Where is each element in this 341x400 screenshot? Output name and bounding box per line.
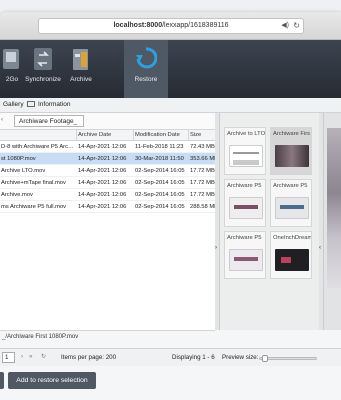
speaker-icon[interactable]: ◀) (281, 19, 289, 33)
gallery-pane: Archive to LTO Archiware Firs Archiware … (219, 113, 319, 330)
selected-path-bar: _/Archiware First 1080P.mov (0, 330, 215, 344)
back-arrow-icon[interactable]: ‹ (1, 116, 3, 123)
cell-modification-date: 02-Sep-2014 16:05 (135, 204, 185, 210)
header-modification-date[interactable]: Modification Date (135, 132, 187, 138)
preview-pane (323, 113, 341, 330)
url-path: /lexxapp/1618389116 (162, 22, 229, 29)
cell-modification-date: 30-Mar-2018 11:50 (135, 156, 184, 162)
thumb-label: Archiware P5 (227, 235, 262, 241)
tab-gallery[interactable]: Gallery (3, 101, 24, 108)
gallery-thumb[interactable]: Archive to LTO (224, 127, 266, 175)
add-to-restore-selection-button[interactable]: Add to restore selection (8, 372, 96, 389)
table-row[interactable]: Archive+mTape final.mov 14-Apr-2021 12:0… (0, 177, 215, 189)
collapse-right-icon[interactable]: ‹ (319, 245, 321, 251)
cell-archive-date: 14-Apr-2021 12:06 (78, 204, 127, 210)
cell-archive-date: 14-Apr-2021 12:06 (78, 144, 127, 150)
cell-archive-date: 14-Apr-2021 12:06 (78, 192, 127, 198)
header-archive-date[interactable]: Archive Date (78, 132, 133, 138)
tab-information-label: Information (38, 101, 71, 108)
cell-size: 17.72 MB (190, 192, 215, 198)
toolbar-label: Synchronize (25, 76, 61, 83)
gallery-thumb-selected[interactable]: Archiware Firs (270, 127, 312, 175)
synchronize-icon (34, 48, 52, 70)
url-host: localhost:8000 (113, 22, 163, 29)
cell-modification-date: 02-Sep-2014 16:05 (135, 180, 185, 186)
thumb-image (275, 197, 309, 219)
cell-name: Archive.mov (1, 192, 33, 198)
cell-size: 17.72 MB (190, 180, 215, 186)
2go-icon (3, 49, 19, 69)
cell-size: 353.66 MB (190, 156, 215, 162)
collapse-left-icon[interactable]: › (215, 245, 217, 251)
thumb-label: OneInchDream (273, 235, 311, 241)
cell-name: D-8 with Archiware P5 Arc… (1, 144, 74, 150)
selected-path: _/Archiware First 1080P.mov (2, 334, 79, 340)
preview-size-label: Preview size: (222, 354, 259, 361)
cell-name: st 1080P.mov (1, 156, 36, 162)
footer-bar: Add to restore selection (0, 366, 341, 400)
thumb-image (275, 145, 309, 167)
pager-bar: 1 › » ↻ Items per page: 200 Displaying 1… (0, 348, 341, 366)
table-row[interactable]: Archive LTO.mov 14-Apr-2021 12:06 02-Sep… (0, 165, 215, 177)
table-row[interactable]: Archive.mov 14-Apr-2021 12:06 02-Sep-201… (0, 189, 215, 201)
displaying-count: Displaying 1 - 6 (172, 354, 215, 361)
table-row[interactable]: ms Archiware P5 full.mov 14-Apr-2021 12:… (0, 201, 215, 213)
main-toolbar: 2Go Synchronize Archive Restore (0, 40, 341, 98)
archive-icon (73, 49, 88, 70)
reload-icon[interactable]: ↻ (293, 19, 300, 33)
thumb-image (229, 197, 263, 219)
gallery-thumb[interactable]: Archiware P5 (270, 179, 312, 227)
thumb-label: Archiware Firs (273, 131, 311, 137)
back-button[interactable] (0, 372, 4, 389)
breadcrumb[interactable]: Archiware Footage_ (14, 115, 85, 127)
toolbar-label: 2Go (5, 76, 19, 83)
url-field[interactable]: localhost:8000/lexxapp/1618389116 ◀) ↻ (38, 18, 304, 34)
thumb-label: Archiware P5 (227, 183, 262, 189)
file-table: Archive Date Modification Date Size D-8 … (0, 130, 215, 330)
table-row[interactable]: D-8 with Archiware P5 Arc… 14-Apr-2021 1… (0, 141, 215, 153)
cell-archive-date: 14-Apr-2021 12:06 (78, 180, 127, 186)
thumb-image (275, 249, 309, 271)
tab-information[interactable]: Information (27, 101, 71, 108)
table-header: Archive Date Modification Date Size (0, 130, 215, 141)
thumb-label: Archiware P5 (273, 183, 308, 189)
information-icon (27, 101, 35, 107)
cell-size: 17.72 MB (190, 168, 215, 174)
thumb-image (229, 249, 263, 271)
cell-size: 72.43 MB (190, 144, 215, 150)
view-tabs: Gallery Information (0, 98, 341, 113)
toolbar-label: Restore (134, 76, 158, 83)
path-row: ‹ Archiware Footage_ (0, 113, 215, 130)
cell-name: Archive LTO.mov (1, 168, 46, 174)
page-number-input[interactable]: 1 (2, 352, 15, 363)
preview-size-slider[interactable] (259, 355, 317, 362)
next-page-icon[interactable]: › (21, 353, 23, 360)
toolbar-restore-button[interactable]: Restore (124, 40, 168, 98)
gallery-thumb[interactable]: OneInchDream (270, 231, 312, 279)
thumb-label: Archive to LTO (227, 131, 265, 137)
refresh-icon[interactable]: ↻ (41, 353, 46, 360)
thumb-image (229, 145, 263, 167)
last-page-icon[interactable]: » (29, 353, 32, 360)
cell-size: 288.58 MB (190, 204, 215, 210)
restore-icon (136, 47, 157, 69)
cell-modification-date: 02-Sep-2014 16:05 (135, 192, 185, 198)
table-row-selected[interactable]: st 1080P.mov 14-Apr-2021 12:06 30-Mar-20… (0, 153, 215, 165)
gallery-thumb[interactable]: Archiware P5 (224, 179, 266, 227)
gallery-thumb[interactable]: Archiware P5 (224, 231, 266, 279)
cell-name: ms Archiware P5 full.mov (1, 204, 67, 210)
header-size[interactable]: Size (190, 132, 215, 138)
toolbar-label: Archive (70, 76, 92, 83)
cell-modification-date: 02-Sep-2014 16:05 (135, 168, 185, 174)
toolbar-archive-button[interactable]: Archive (59, 46, 103, 83)
cell-modification-date: 11-Feb-2018 11:23 (135, 144, 184, 150)
preview-image (327, 128, 341, 288)
address-bar: localhost:8000/lexxapp/1618389116 ◀) ↻ (0, 12, 341, 40)
cell-archive-date: 14-Apr-2021 12:06 (78, 168, 127, 174)
browser-window: localhost:8000/lexxapp/1618389116 ◀) ↻ 2… (0, 12, 341, 400)
cell-archive-date: 14-Apr-2021 12:06 (78, 156, 127, 162)
items-per-page: Items per page: 200 (61, 354, 117, 361)
slider-handle[interactable] (262, 355, 268, 362)
cell-name: Archive+mTape final.mov (1, 180, 66, 186)
